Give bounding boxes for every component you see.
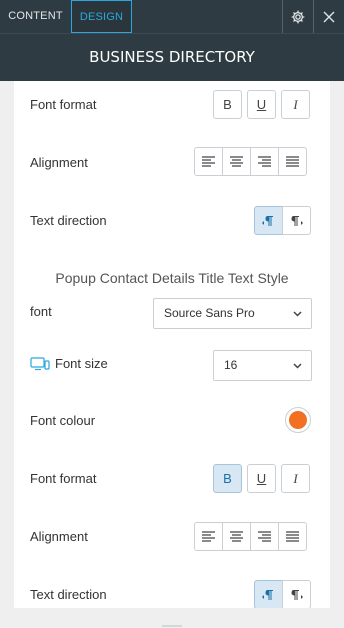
text-direction-group [254,206,311,235]
gear-icon [291,10,305,23]
close-button[interactable] [314,0,344,33]
font-format-group: B U I [213,464,310,493]
font-colour-swatch[interactable] [285,407,311,433]
align-right-button[interactable] [250,522,279,551]
align-right-icon [258,156,271,167]
align-center-icon [230,156,243,167]
underline-icon: U [256,97,267,112]
underline-icon: U [256,471,267,486]
font-family-value: Source Sans Pro [164,306,255,320]
align-justify-icon [286,531,299,542]
rtl-button[interactable] [282,206,311,235]
font-format-label: Font format [30,471,97,486]
text-direction-label: Text direction [30,587,107,602]
font-format-label: Font format [30,97,97,112]
ltr-button[interactable] [254,206,283,235]
font-colour-label: Font colour [30,413,96,428]
italic-icon: I [293,470,298,486]
section-title: Popup Contact Details Title Text Style [55,270,289,286]
align-right-icon [258,531,271,542]
bold-button[interactable]: B [213,90,242,119]
text-direction-group [254,580,311,609]
align-center-button[interactable] [222,147,251,176]
font-size-value: 16 [224,358,238,372]
alignment-group [194,147,307,176]
align-right-button[interactable] [250,147,279,176]
close-icon [323,11,335,22]
font-label: font [30,304,52,319]
align-center-icon [230,531,243,542]
align-justify-button[interactable] [278,522,307,551]
underline-button[interactable]: U [247,464,276,493]
bold-icon: B [223,471,232,486]
alignment-label: Alignment [30,155,88,170]
align-left-icon [202,531,215,542]
tab-design[interactable]: DESIGN [71,0,132,33]
colour-dot [289,411,307,429]
tab-content[interactable]: CONTENT [0,0,71,33]
italic-icon: I [293,96,298,112]
bold-button[interactable]: B [213,464,242,493]
rtl-direction-icon [291,589,303,600]
ltr-direction-icon [262,589,273,600]
font-family-select[interactable]: Source Sans Pro [153,298,312,329]
alignment-label: Alignment [30,529,88,544]
rtl-button[interactable] [282,580,311,609]
responsive-device-icon[interactable] [30,357,50,371]
font-size-select[interactable]: 16 [213,350,312,381]
ltr-direction-icon [262,215,273,226]
page-title: BUSINESS DIRECTORY [0,33,344,81]
align-left-icon [202,156,215,167]
underline-button[interactable]: U [247,90,276,119]
rtl-direction-icon [291,215,303,226]
bold-icon: B [223,97,232,112]
top-tab-bar: CONTENT DESIGN [0,0,344,33]
align-justify-button[interactable] [278,147,307,176]
align-justify-icon [286,156,299,167]
font-size-label: Font size [55,356,108,371]
alignment-group [194,522,307,551]
font-format-group: B U I [213,90,310,119]
align-left-button[interactable] [194,522,223,551]
ltr-button[interactable] [254,580,283,609]
align-center-button[interactable] [222,522,251,551]
settings-button[interactable] [283,0,313,33]
chevron-down-icon [293,311,302,317]
italic-button[interactable]: I [281,464,310,493]
resize-handle[interactable] [162,617,182,627]
chevron-down-icon [293,363,302,369]
align-left-button[interactable] [194,147,223,176]
text-direction-label: Text direction [30,213,107,228]
italic-button[interactable]: I [281,90,310,119]
